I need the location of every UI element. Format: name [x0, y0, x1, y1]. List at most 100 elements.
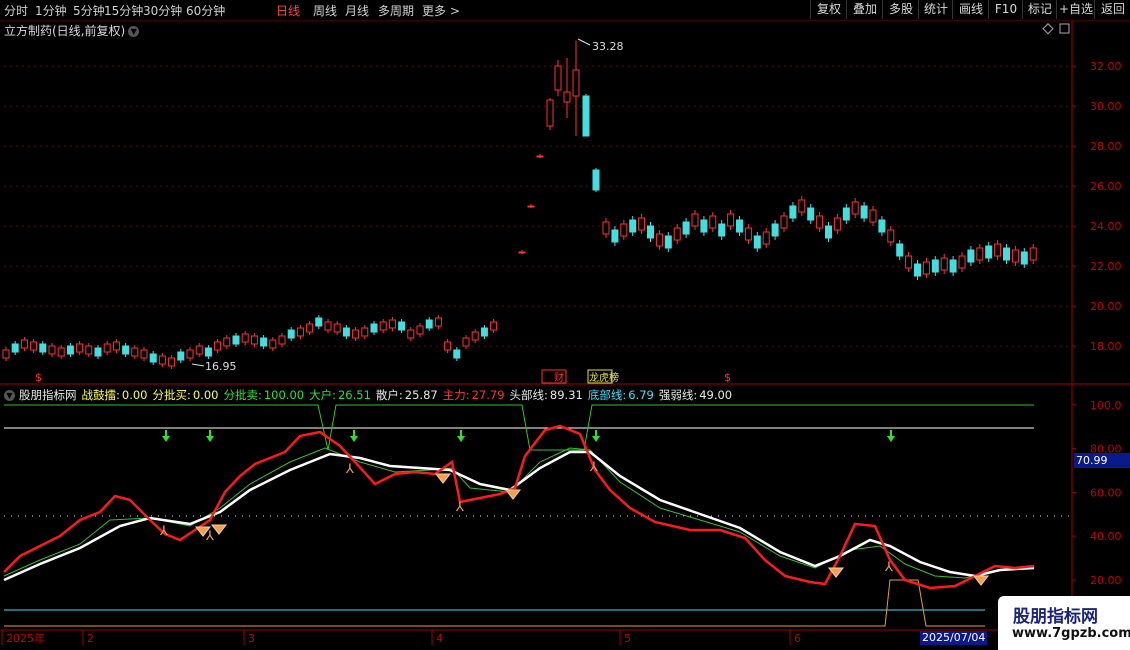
- time-label: 2025年: [6, 631, 45, 645]
- price-tick-label: 32.00: [1090, 60, 1122, 73]
- candle-body: [333, 323, 341, 333]
- sell-arrow-icon: [457, 436, 465, 442]
- indicator-name[interactable]: 股朋指标网: [19, 388, 77, 402]
- candle-body: [887, 229, 895, 243]
- candle-body: [324, 321, 332, 331]
- candle-body: [48, 345, 56, 355]
- main-force-line: [3, 424, 1035, 590]
- indicator-menu-icon[interactable]: ▼: [4, 390, 15, 401]
- candle-body: [572, 69, 580, 97]
- candle-body: [94, 347, 102, 357]
- candle-body: [416, 325, 424, 335]
- runner-icon: ⅄: [589, 460, 598, 475]
- price-tick-label: 22.00: [1090, 260, 1122, 273]
- candle-body: [39, 343, 47, 353]
- candle-body: [434, 317, 442, 327]
- candle-body: [842, 207, 850, 221]
- candle-body: [789, 205, 797, 219]
- candle-body: [563, 91, 571, 103]
- candle-body: [398, 321, 406, 331]
- candle-body: [278, 335, 286, 345]
- candle-body: [1011, 249, 1019, 263]
- candle-body: [66, 345, 74, 355]
- candle-body: [673, 227, 681, 241]
- candle-body: [425, 319, 433, 329]
- indicator-field-3: 大户: 26.51: [309, 388, 371, 402]
- runner-icon: ⅄: [205, 529, 214, 544]
- candle-body: [994, 243, 1002, 257]
- candle-body: [370, 323, 378, 333]
- candle-body: [480, 327, 488, 337]
- candle-body: [582, 95, 590, 137]
- candle-body: [985, 245, 993, 259]
- chevron-down-icon[interactable]: ▼: [128, 26, 140, 37]
- candle-body: [315, 317, 323, 327]
- candle-body: [905, 255, 913, 269]
- current-value-label: 70.99: [1074, 453, 1130, 468]
- candle-body: [518, 251, 526, 254]
- event-lhb-label: 龙虎榜: [589, 371, 619, 384]
- indicator-field-1: 分批买: 0.00: [152, 388, 219, 402]
- indicator-field-2: 分批卖: 100.00: [223, 388, 305, 402]
- candle-body: [407, 329, 415, 339]
- candle-body: [260, 337, 268, 347]
- candle-body: [388, 319, 396, 329]
- candle-body: [122, 345, 130, 355]
- sell-arrow-icon: [162, 436, 170, 442]
- ind-tick-label: 40.00: [1090, 530, 1122, 543]
- large-holder-line: [3, 447, 1035, 579]
- high-label: 33.28: [592, 40, 624, 53]
- candle-body: [546, 99, 554, 127]
- candle-body: [833, 217, 841, 231]
- event-cw-label: 财: [554, 371, 564, 384]
- current-date-label: 2025/07/04: [920, 631, 988, 645]
- stock-title-text: 立方制药(日线,前复权): [4, 24, 126, 38]
- price-tick-label: 28.00: [1090, 140, 1122, 153]
- candle-body: [896, 243, 904, 257]
- candle-body: [647, 225, 654, 239]
- candle-body: [629, 219, 637, 233]
- candle-body: [851, 201, 859, 215]
- candle-body: [602, 221, 610, 235]
- gem-icon: [210, 524, 228, 535]
- candle-body: [527, 205, 535, 208]
- indicator-legend: ▼ 股朋指标网 战鼓擂: 0.00 分批买: 0.00 分批卖: 100.00 大户: 26.51…: [4, 387, 737, 403]
- candle-body: [914, 263, 921, 277]
- price-tick-label: 18.00: [1090, 340, 1122, 353]
- candle-body: [223, 337, 231, 347]
- candle-body: [250, 335, 258, 345]
- candle-body: [869, 209, 877, 223]
- candle-body: [186, 349, 194, 359]
- candle-body: [131, 347, 139, 357]
- runner-icon: ⅄: [159, 524, 168, 539]
- candle-body: [149, 353, 157, 363]
- price-tick-label: 20.00: [1090, 300, 1122, 313]
- time-label: 5: [624, 632, 631, 645]
- candle-body: [296, 327, 304, 337]
- candle-body: [744, 227, 752, 241]
- candle-body: [140, 349, 148, 359]
- time-label: 6: [794, 632, 801, 645]
- candle-body: [444, 341, 452, 351]
- candle-body: [709, 215, 717, 229]
- candle-body: [204, 347, 212, 357]
- gem-icon: [504, 489, 522, 500]
- candle-body: [195, 345, 203, 355]
- sell-arrow-icon: [592, 436, 600, 442]
- kline-chart[interactable]: 32.00 30.00 28.00 26.00 24.00 22.00 20.00 18.00…: [0, 0, 1130, 650]
- time-label: 4: [436, 632, 443, 645]
- candle-body: [753, 235, 761, 249]
- candle-body: [958, 255, 966, 269]
- price-tick-label: 26.00: [1090, 180, 1122, 193]
- candle-body: [825, 225, 832, 239]
- runner-icon: ⅄: [884, 560, 893, 575]
- candle-body: [554, 65, 562, 91]
- candle-body: [691, 213, 699, 227]
- candle-body: [462, 337, 470, 347]
- low-marker: [191, 363, 205, 367]
- candle-body: [342, 327, 350, 337]
- candle-body: [103, 343, 111, 353]
- runner-icon: ⅄: [455, 500, 464, 515]
- candle-body: [30, 341, 38, 351]
- candle-body: [2, 349, 10, 359]
